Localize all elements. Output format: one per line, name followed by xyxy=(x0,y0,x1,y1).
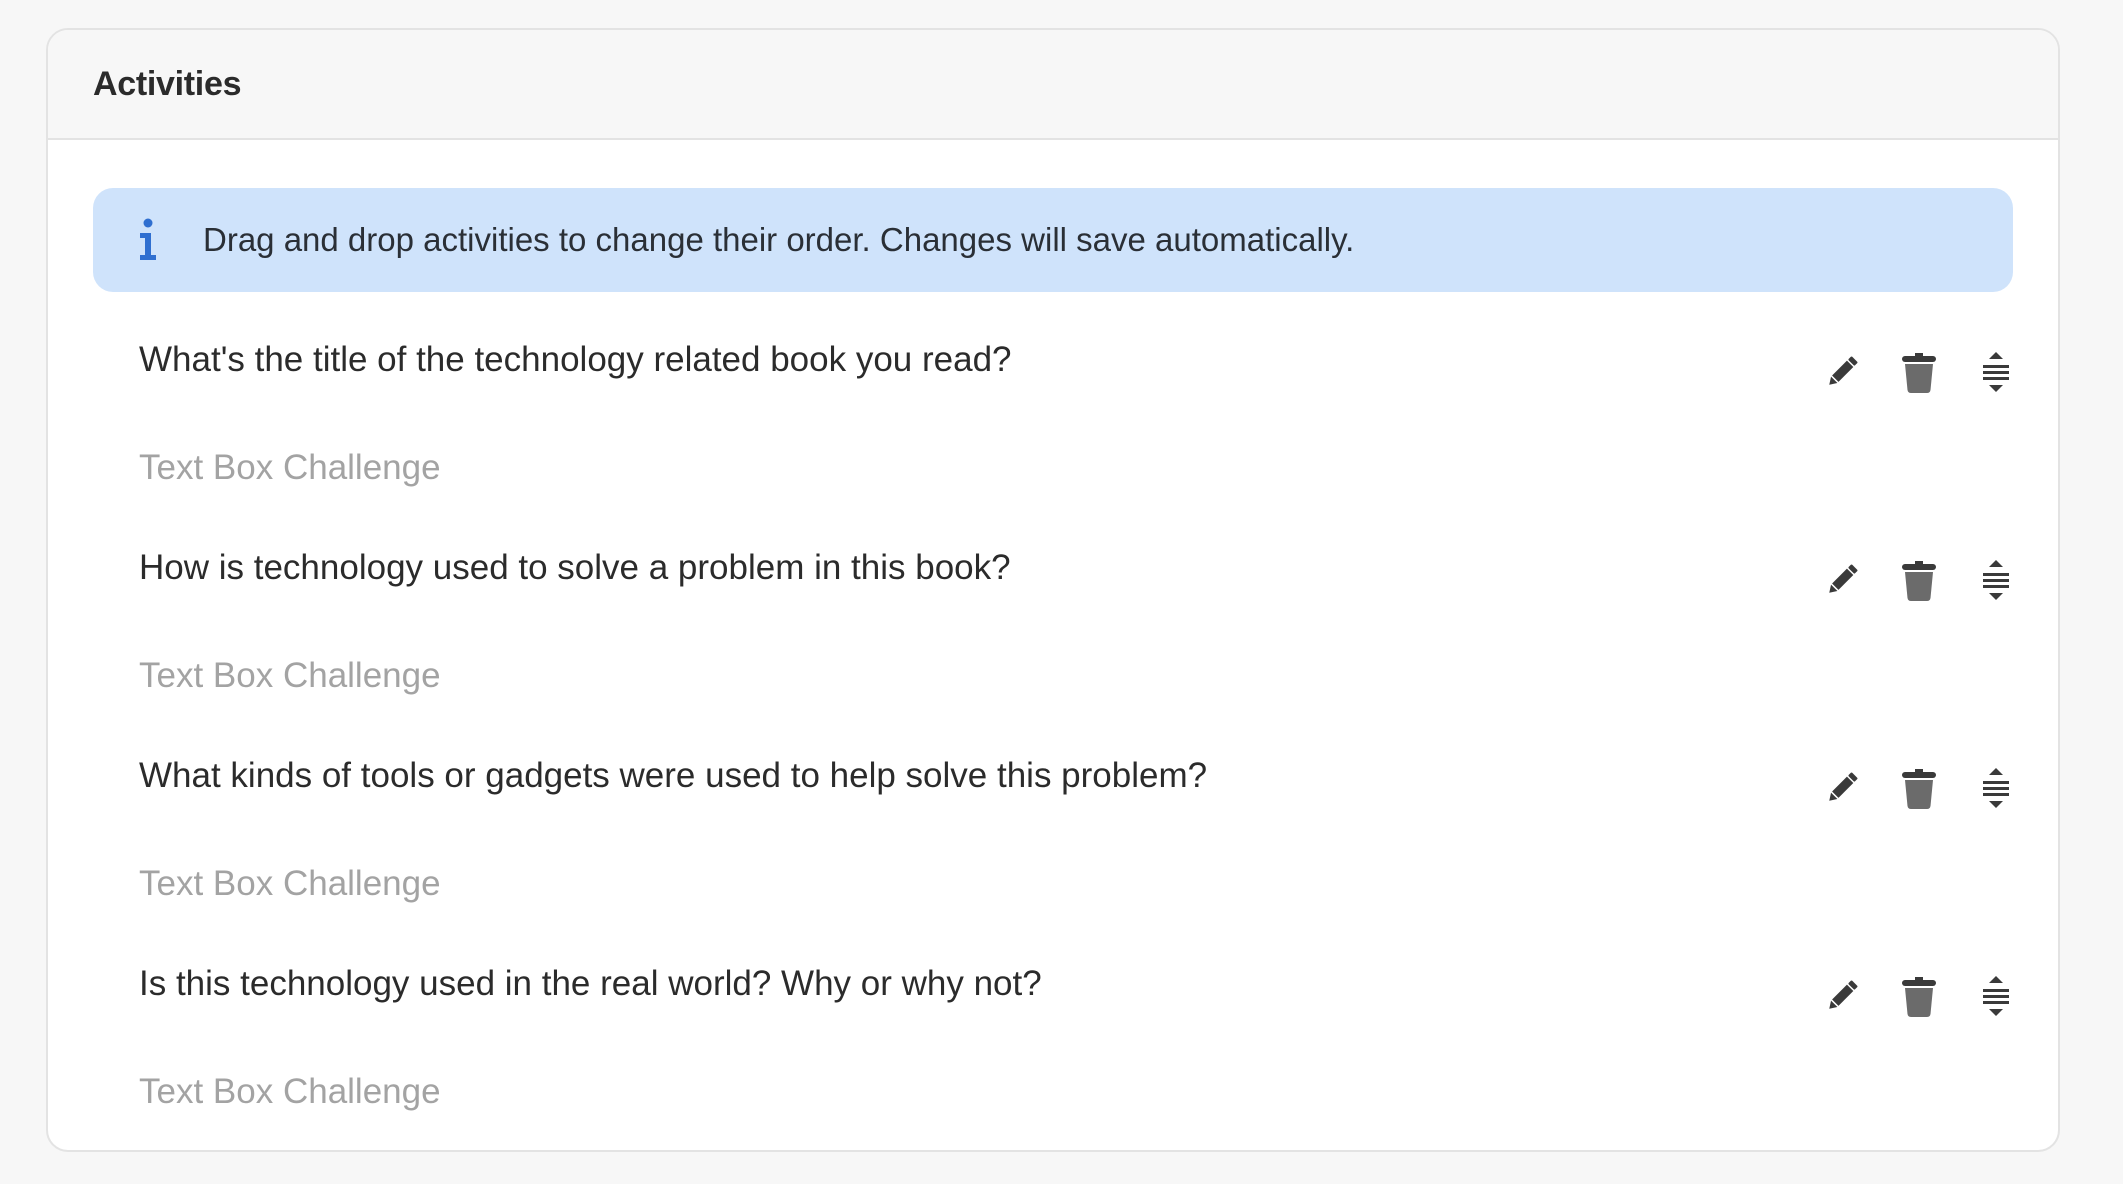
trash-icon xyxy=(1901,977,1936,1017)
edit-button[interactable] xyxy=(1803,966,1880,1026)
info-message: Drag and drop activities to change their… xyxy=(203,221,1355,258)
activity-actions xyxy=(1803,550,2034,610)
activity-actions xyxy=(1803,966,2034,1026)
delete-button[interactable] xyxy=(1880,550,1957,610)
reorder-handle[interactable] xyxy=(1957,550,2034,610)
pencil-icon xyxy=(1828,356,1857,385)
trash-icon xyxy=(1901,769,1936,809)
delete-button[interactable] xyxy=(1880,966,1957,1026)
edit-button[interactable] xyxy=(1803,342,1880,402)
activity-type: Text Box Challenge xyxy=(139,656,441,695)
activity-item[interactable]: What kinds of tools or gadgets were used… xyxy=(48,746,2058,954)
trash-icon xyxy=(1901,561,1936,601)
info-banner: Drag and drop activities to change their… xyxy=(93,188,2013,292)
activity-type: Text Box Challenge xyxy=(139,1072,441,1111)
panel-title: Activities xyxy=(93,64,242,103)
activity-type: Text Box Challenge xyxy=(139,864,441,903)
drag-handle-icon xyxy=(1982,352,2009,392)
delete-button[interactable] xyxy=(1880,342,1957,402)
activity-item[interactable]: How is technology used to solve a proble… xyxy=(48,538,2058,746)
reorder-handle[interactable] xyxy=(1957,342,2034,402)
activity-actions xyxy=(1803,342,2034,402)
activities-panel: Activities Drag and drop activities to c… xyxy=(46,28,2060,1152)
drag-handle-icon xyxy=(1982,560,2009,600)
pencil-icon xyxy=(1828,772,1857,801)
activity-item[interactable]: What's the title of the technology relat… xyxy=(48,330,2058,538)
activity-title: What's the title of the technology relat… xyxy=(139,340,1012,379)
reorder-handle[interactable] xyxy=(1957,966,2034,1026)
activity-item[interactable]: Is this technology used in the real worl… xyxy=(48,954,2058,1150)
activity-title: How is technology used to solve a proble… xyxy=(139,548,1011,587)
activity-actions xyxy=(1803,758,2034,818)
panel-header: Activities xyxy=(48,30,2058,140)
drag-handle-icon xyxy=(1982,768,2009,808)
delete-button[interactable] xyxy=(1880,758,1957,818)
pencil-icon xyxy=(1828,980,1857,1009)
activity-title: What kinds of tools or gadgets were used… xyxy=(139,756,1208,795)
drag-handle-icon xyxy=(1982,976,2009,1016)
trash-icon xyxy=(1901,353,1936,393)
reorder-handle[interactable] xyxy=(1957,758,2034,818)
edit-button[interactable] xyxy=(1803,550,1880,610)
edit-button[interactable] xyxy=(1803,758,1880,818)
activity-type: Text Box Challenge xyxy=(139,448,441,487)
pencil-icon xyxy=(1828,564,1857,593)
activity-title: Is this technology used in the real worl… xyxy=(139,964,1042,1003)
info-icon xyxy=(93,218,203,262)
